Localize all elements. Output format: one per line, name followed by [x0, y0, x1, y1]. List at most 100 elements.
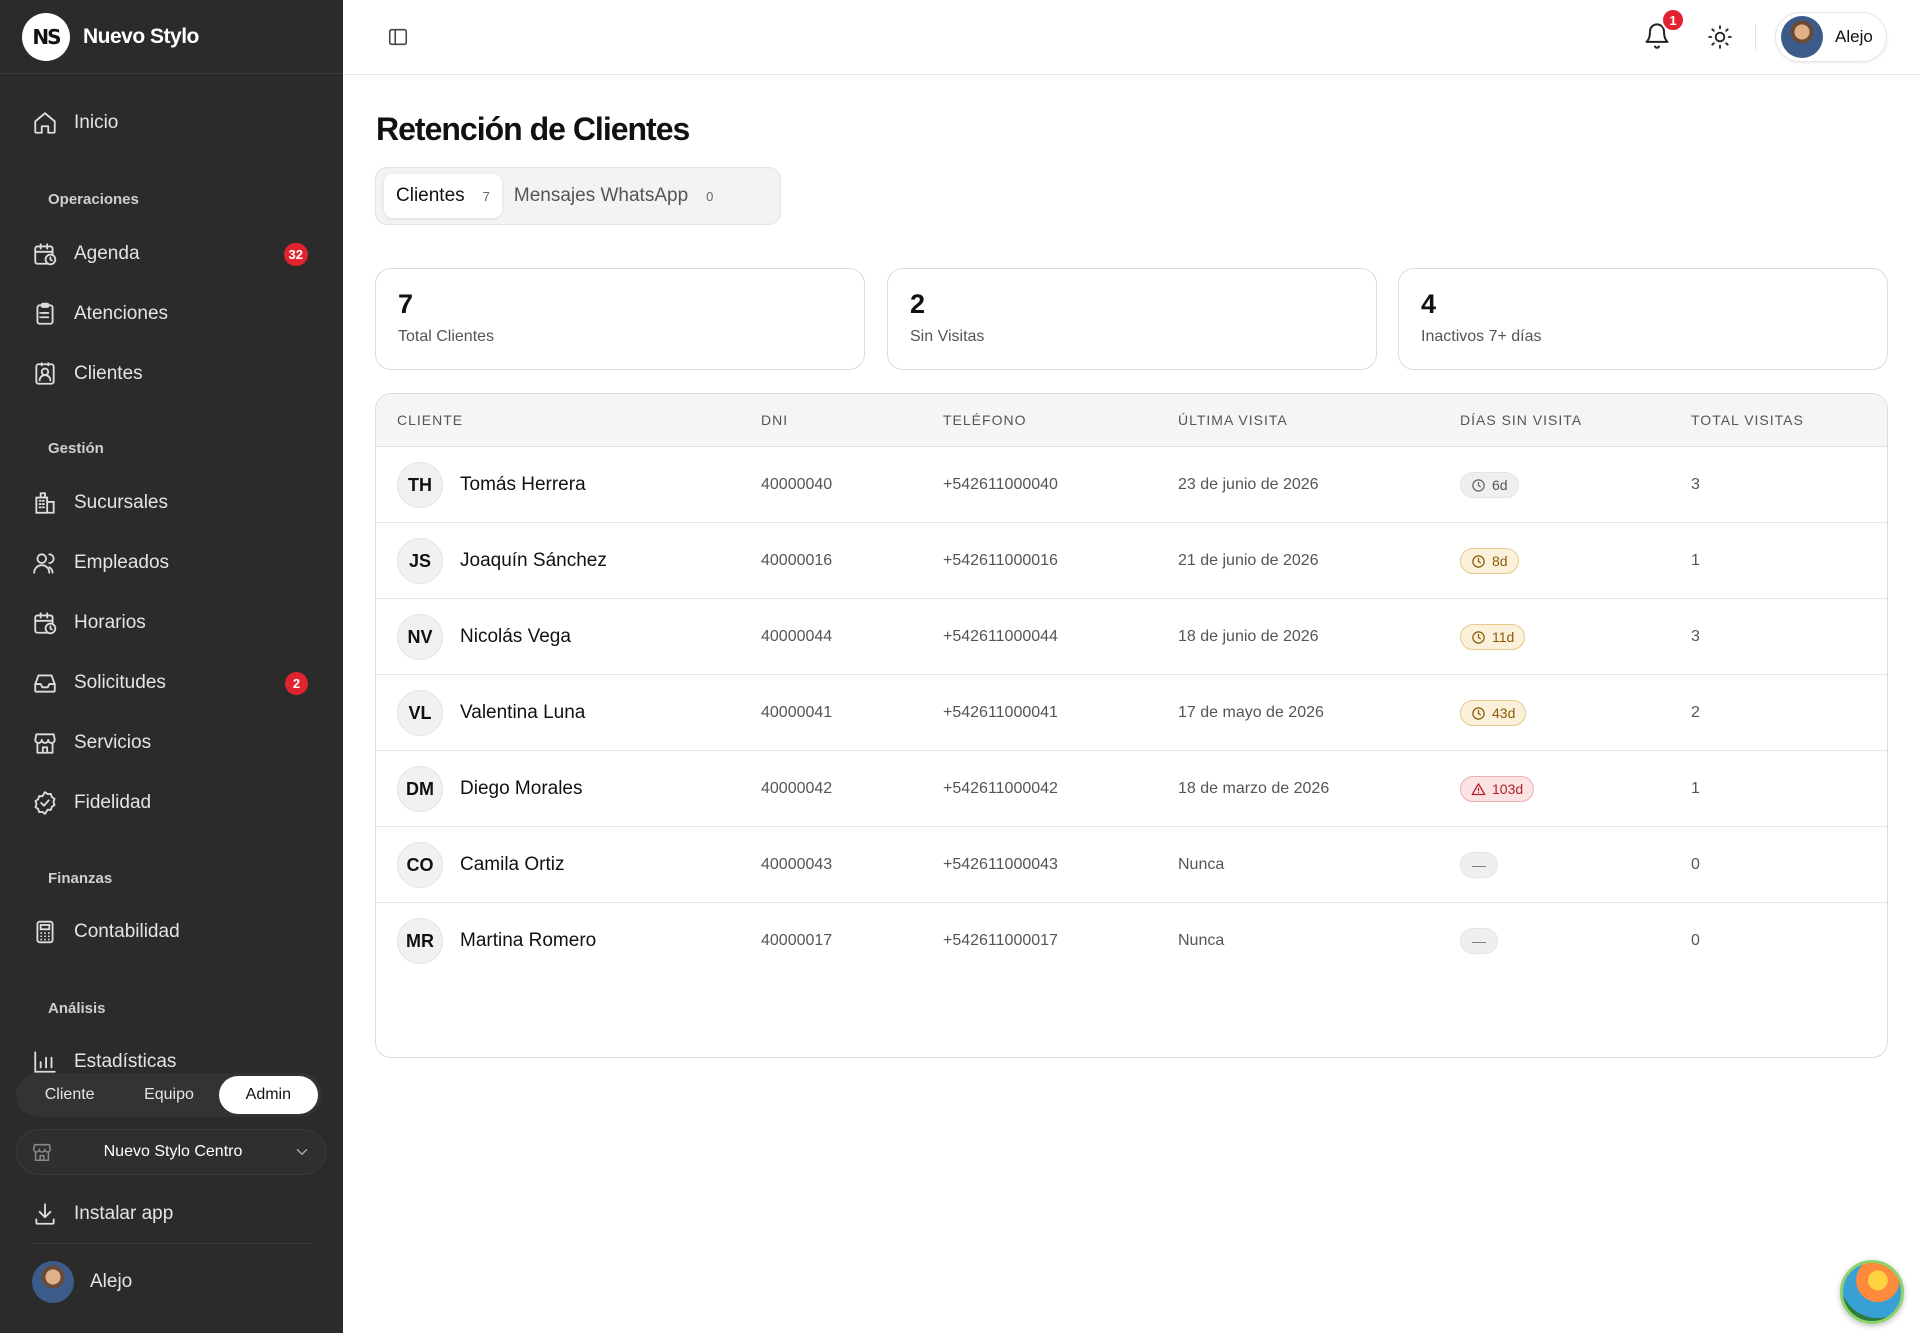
brand[interactable]: NS Nuevo Stylo	[0, 0, 343, 74]
client-initials-avatar: CO	[397, 842, 443, 888]
sidebar-item-label: Servicios	[74, 732, 152, 753]
sidebar-item-contabilidad[interactable]: Contabilidad	[32, 912, 312, 952]
table-row[interactable]: TH Tomás Herrera 40000040 +542611000040 …	[376, 447, 1887, 523]
sidebar-user-name: Alejo	[90, 1271, 133, 1292]
sidebar-divider	[32, 1243, 312, 1244]
sidebar-item-empleados[interactable]: Empleados	[32, 543, 312, 583]
client-last-visit: 18 de junio de 2026	[1178, 628, 1319, 645]
client-dni: 40000042	[761, 780, 833, 797]
client-phone: +542611000016	[943, 552, 1058, 569]
contact-icon	[35, 362, 55, 385]
sidebar-item-solicitudes[interactable]: Solicitudes 2	[32, 663, 312, 703]
days-since-visit-badge: 8d	[1460, 548, 1519, 574]
stat-card-total: 7 Total Clientes	[375, 268, 865, 370]
chevron-down-icon	[296, 1149, 308, 1156]
column-header-cliente[interactable]: CLIENTE	[397, 412, 463, 428]
sidebar-item-servicios[interactable]: Servicios	[32, 723, 312, 763]
building-icon	[35, 492, 55, 514]
tab-count: 0	[706, 188, 714, 204]
sidebar-item-label: Contabilidad	[74, 921, 180, 942]
client-total-visits: 0	[1691, 932, 1700, 949]
sidebar-user[interactable]: Alejo	[32, 1261, 132, 1303]
client-initials-avatar: VL	[397, 690, 443, 736]
sidebar-item-label: Empleados	[74, 552, 170, 573]
client-name: Joaquín Sánchez	[460, 550, 607, 571]
clock-icon	[1472, 706, 1485, 720]
stat-value: 4	[1421, 289, 1437, 319]
days-since-visit-value: 103d	[1492, 781, 1524, 797]
role-equipo-button[interactable]: Equipo	[119, 1076, 218, 1114]
client-initials-avatar: NV	[397, 614, 443, 660]
user-menu-button[interactable]: Alejo	[1775, 12, 1887, 62]
sidebar-item-clientes[interactable]: Clientes	[32, 354, 312, 394]
stat-label: Inactivos 7+ días	[1421, 328, 1542, 345]
table-header: CLIENTE DNI TELÉFONO ÚLTIMA VISITA DÍAS …	[376, 394, 1887, 447]
sidebar-item-agenda[interactable]: Agenda 32	[32, 234, 312, 274]
days-since-visit-value: —	[1472, 933, 1486, 949]
install-app-button[interactable]: Instalar app	[32, 1194, 173, 1234]
days-since-visit-value: 6d	[1492, 477, 1508, 493]
section-finanzas: Finanzas	[48, 870, 113, 887]
tab-clientes[interactable]: Clientes 7	[384, 174, 502, 218]
table-row[interactable]: JS Joaquín Sánchez 40000016 +54261100001…	[376, 523, 1887, 599]
stat-value: 2	[910, 289, 926, 319]
clipboard-icon	[36, 302, 54, 325]
section-gestion: Gestión	[48, 440, 104, 457]
clock-icon	[1472, 554, 1485, 568]
role-admin-button[interactable]: Admin	[218, 1076, 318, 1114]
tab-count: 7	[482, 188, 490, 204]
client-phone: +542611000043	[943, 856, 1058, 873]
calendar-clock-icon	[34, 612, 57, 635]
client-dni: 40000043	[761, 856, 833, 873]
stat-value: 7	[398, 289, 414, 319]
tab-mensajes-whatsapp[interactable]: Mensajes WhatsApp 0	[502, 174, 725, 218]
role-switcher: Cliente Equipo Admin	[16, 1073, 322, 1117]
sidebar-item-label: Inicio	[74, 112, 119, 133]
client-last-visit: 18 de marzo de 2026	[1178, 780, 1330, 797]
sidebar-item-horarios[interactable]: Horarios	[32, 603, 312, 643]
users-icon	[33, 553, 55, 574]
sidebar-item-label: Clientes	[74, 363, 143, 384]
brand-name: Nuevo Stylo	[83, 24, 199, 48]
brand-logo: NS	[22, 12, 70, 61]
table-row[interactable]: DM Diego Morales 40000042 +542611000042 …	[376, 751, 1887, 827]
role-cliente-button[interactable]: Cliente	[20, 1076, 119, 1114]
floating-app-button[interactable]	[1840, 1260, 1904, 1324]
column-header-dias-sin-visita[interactable]: DÍAS SIN VISITA	[1460, 412, 1582, 428]
sidebar-item-sucursales[interactable]: Sucursales	[32, 483, 312, 523]
sidebar-item-inicio[interactable]: Inicio	[32, 103, 312, 143]
client-initials-avatar: MR	[397, 918, 443, 964]
column-header-dni[interactable]: DNI	[761, 412, 788, 428]
badge-check-icon	[34, 791, 56, 815]
sidebar-toggle-icon[interactable]	[387, 26, 409, 48]
table-row[interactable]: MR Martina Romero 40000017 +542611000017…	[376, 903, 1887, 979]
sidebar-item-label: Atenciones	[74, 303, 169, 324]
sidebar-item-atenciones[interactable]: Atenciones	[32, 294, 312, 334]
sidebar-item-fidelidad[interactable]: Fidelidad	[32, 783, 312, 823]
client-last-visit: 17 de mayo de 2026	[1178, 704, 1324, 721]
client-total-visits: 1	[1691, 552, 1700, 569]
inbox-icon	[34, 674, 56, 693]
download-icon	[35, 1203, 55, 1225]
table-body: TH Tomás Herrera 40000040 +542611000040 …	[376, 447, 1887, 979]
days-since-visit-badge: 103d	[1460, 776, 1535, 802]
table-row[interactable]: NV Nicolás Vega 40000044 +542611000044 1…	[376, 599, 1887, 675]
sidebar-item-estadisticas[interactable]: Estadísticas	[32, 1042, 312, 1074]
column-header-ultima-visita[interactable]: ÚLTIMA VISITA	[1178, 412, 1288, 428]
stat-label: Sin Visitas	[910, 328, 985, 345]
client-phone: +542611000041	[943, 704, 1058, 721]
tab-bar: Clientes 7 Mensajes WhatsApp 0	[375, 167, 781, 225]
stat-card-inactivos: 4 Inactivos 7+ días	[1398, 268, 1888, 370]
column-header-total-visitas[interactable]: TOTAL VISITAS	[1691, 412, 1804, 428]
client-initials-avatar: JS	[397, 538, 443, 584]
sun-icon[interactable]	[1707, 24, 1733, 50]
store-icon	[34, 733, 56, 754]
table-row[interactable]: CO Camila Ortiz 40000043 +542611000043 N…	[376, 827, 1887, 903]
branch-name: Nuevo Stylo Centro	[103, 1143, 243, 1160]
days-since-visit-value: 11d	[1492, 629, 1515, 645]
client-last-visit: Nunca	[1178, 932, 1225, 949]
branch-selector[interactable]: Nuevo Stylo Centro	[16, 1129, 326, 1175]
column-header-telefono[interactable]: TELÉFONO	[943, 412, 1026, 428]
table-row[interactable]: VL Valentina Luna 40000041 +542611000041…	[376, 675, 1887, 751]
install-app-label: Instalar app	[74, 1203, 174, 1224]
